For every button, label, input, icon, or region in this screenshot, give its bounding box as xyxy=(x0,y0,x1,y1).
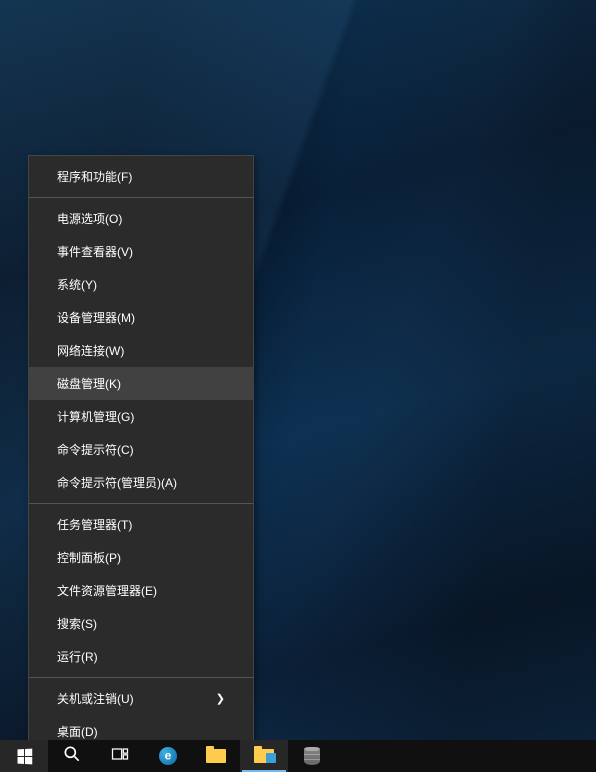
menu-item-label: 命令提示符(管理员)(A) xyxy=(57,474,177,491)
taskbar-database-button[interactable] xyxy=(288,740,336,772)
menu-item-label: 关机或注销(U) xyxy=(57,690,134,707)
menu-item-label: 搜索(S) xyxy=(57,615,97,632)
menu-item-label: 事件查看器(V) xyxy=(57,243,133,260)
menu-item-label: 文件资源管理器(E) xyxy=(57,582,157,599)
menu-item-shutdown-signout[interactable]: 关机或注销(U) ❯ xyxy=(29,682,253,715)
menu-item-label: 网络连接(W) xyxy=(57,342,124,359)
menu-item-control-panel[interactable]: 控制面板(P) xyxy=(29,541,253,574)
menu-item-label: 桌面(D) xyxy=(57,723,98,740)
menu-item-disk-management[interactable]: 磁盘管理(K) xyxy=(29,367,253,400)
taskbar-search-button[interactable] xyxy=(48,740,96,772)
menu-separator xyxy=(29,503,253,504)
taskbar-services-button[interactable] xyxy=(240,740,288,772)
menu-item-label: 控制面板(P) xyxy=(57,549,121,566)
menu-item-programs-features[interactable]: 程序和功能(F) xyxy=(29,160,253,193)
menu-item-label: 设备管理器(M) xyxy=(57,309,135,326)
chevron-right-icon: ❯ xyxy=(216,692,225,705)
menu-item-label: 计算机管理(G) xyxy=(57,408,134,425)
menu-item-label: 程序和功能(F) xyxy=(57,168,132,185)
menu-item-label: 电源选项(O) xyxy=(57,210,122,227)
taskbar-task-view-button[interactable] xyxy=(96,740,144,772)
menu-item-file-explorer[interactable]: 文件资源管理器(E) xyxy=(29,574,253,607)
services-icon xyxy=(254,749,274,763)
menu-item-power-options[interactable]: 电源选项(O) xyxy=(29,202,253,235)
menu-item-network-connections[interactable]: 网络连接(W) xyxy=(29,334,253,367)
menu-item-system[interactable]: 系统(Y) xyxy=(29,268,253,301)
taskbar-file-explorer-button[interactable] xyxy=(192,740,240,772)
edge-icon xyxy=(159,747,177,765)
folder-icon xyxy=(206,749,226,763)
menu-item-search[interactable]: 搜索(S) xyxy=(29,607,253,640)
taskbar xyxy=(0,740,596,772)
menu-item-label: 磁盘管理(K) xyxy=(57,375,121,392)
menu-item-label: 命令提示符(C) xyxy=(57,441,134,458)
menu-separator xyxy=(29,197,253,198)
menu-item-command-prompt-admin[interactable]: 命令提示符(管理员)(A) xyxy=(29,466,253,499)
menu-item-device-manager[interactable]: 设备管理器(M) xyxy=(29,301,253,334)
menu-item-label: 系统(Y) xyxy=(57,276,97,293)
start-button[interactable] xyxy=(0,740,48,772)
menu-item-event-viewer[interactable]: 事件查看器(V) xyxy=(29,235,253,268)
database-icon xyxy=(304,747,320,765)
task-view-icon xyxy=(110,744,130,769)
search-icon xyxy=(62,744,82,769)
menu-separator xyxy=(29,677,253,678)
menu-item-task-manager[interactable]: 任务管理器(T) xyxy=(29,508,253,541)
menu-item-label: 任务管理器(T) xyxy=(57,516,132,533)
menu-item-label: 运行(R) xyxy=(57,648,98,665)
menu-item-run[interactable]: 运行(R) xyxy=(29,640,253,673)
windows-logo-icon xyxy=(17,748,32,764)
menu-item-computer-management[interactable]: 计算机管理(G) xyxy=(29,400,253,433)
winx-context-menu: 程序和功能(F) 电源选项(O) 事件查看器(V) 系统(Y) 设备管理器(M)… xyxy=(28,155,254,753)
taskbar-edge-button[interactable] xyxy=(144,740,192,772)
menu-item-command-prompt[interactable]: 命令提示符(C) xyxy=(29,433,253,466)
